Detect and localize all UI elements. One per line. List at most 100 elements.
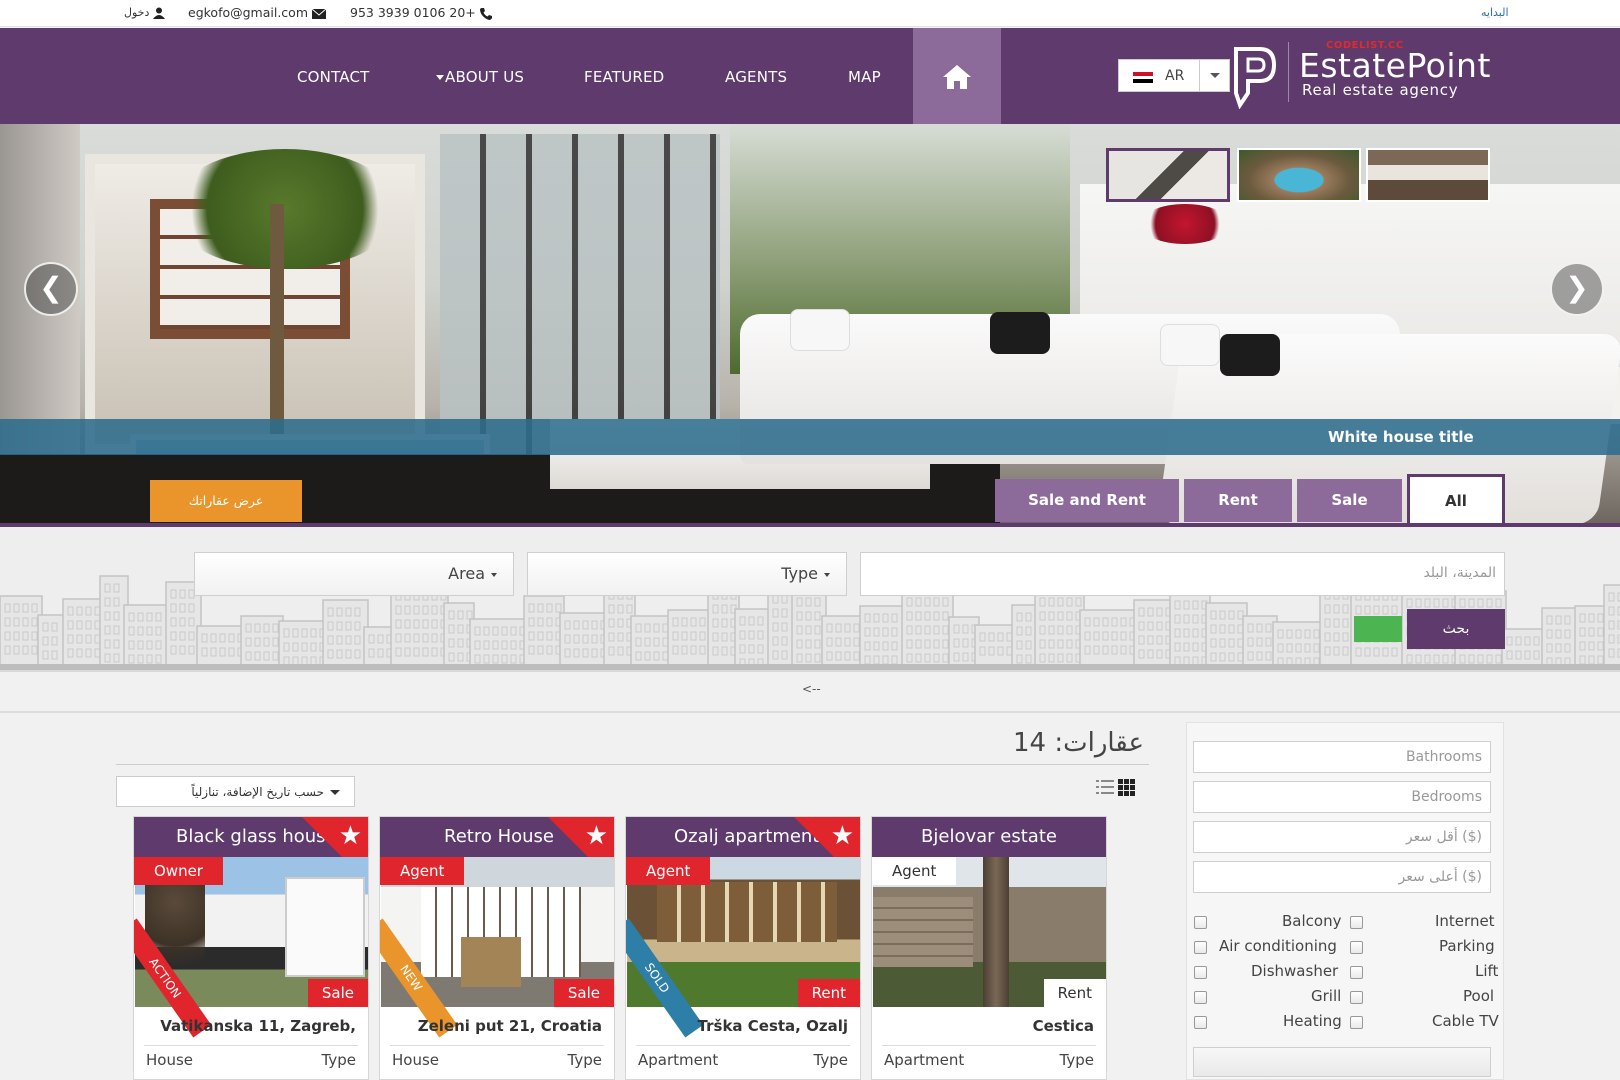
sort-dropdown-label: حسب تاريخ الإضافة، تنازلياً — [191, 785, 324, 799]
list-your-property-button[interactable]: عرض عقاراتك — [150, 480, 302, 522]
property-card[interactable]: Ozalj apartment ★ Agent Rent SOLD Trška … — [625, 816, 861, 1080]
divider — [116, 764, 1149, 765]
property-card[interactable]: Retro House ★ Agent Sale NEW Zeleni put … — [379, 816, 615, 1080]
nav-contact[interactable]: CONTACT — [297, 68, 370, 86]
caret-down-icon — [491, 572, 497, 577]
city-search-placeholder: المدينة، البلد — [1423, 565, 1496, 581]
home-link[interactable]: البدايه — [1481, 6, 1509, 19]
slider-thumbnail-1[interactable] — [1106, 148, 1230, 202]
type-dropdown[interactable]: Type — [527, 552, 847, 596]
feature-parking: Parking — [1439, 937, 1495, 955]
divider — [0, 711, 1620, 713]
logo-title[interactable]: EstatePoint — [1299, 46, 1491, 85]
email-text[interactable]: egkofo@gmail.com — [188, 5, 308, 20]
nav-home-button[interactable] — [913, 28, 1001, 124]
bedrooms-placeholder: Bedrooms — [1411, 789, 1482, 805]
tab-all[interactable]: All — [1407, 474, 1505, 526]
type-label: Type — [321, 1051, 356, 1069]
envelope-icon — [312, 8, 326, 19]
login-link[interactable]: دخول — [124, 6, 165, 19]
area-dropdown[interactable]: Area — [194, 552, 514, 596]
cable-tv-checkbox[interactable] — [1350, 1016, 1363, 1029]
feature-dishwasher: Dishwasher — [1251, 962, 1339, 980]
main-navigation: CONTACT ABOUT US FEATURED AGENTS MAP AR … — [0, 28, 1620, 124]
slide-caption[interactable]: White house title — [1328, 428, 1474, 446]
slider-thumbnail-3[interactable] — [1366, 148, 1490, 202]
divider — [0, 670, 1620, 672]
slider-thumbnail-2[interactable] — [1237, 148, 1361, 202]
star-icon: ★ — [338, 821, 362, 851]
property-type: House — [392, 1051, 440, 1069]
property-card[interactable]: Black glass house ★ Owner Sale ACTION Va… — [133, 816, 369, 1080]
lift-checkbox[interactable] — [1350, 966, 1363, 979]
chevron-right-icon: ❯ — [1565, 271, 1589, 304]
property-card[interactable]: Bjelovar estate Agent Rent Cestica Apart… — [871, 816, 1107, 1080]
nav-featured[interactable]: FEATURED — [584, 68, 664, 86]
city-search-input[interactable]: المدينة، البلد — [860, 552, 1505, 596]
tab-sale[interactable]: Sale — [1297, 479, 1402, 522]
email-contact[interactable]: egkofo@gmail.com — [188, 5, 326, 20]
language-selector[interactable]: AR — [1118, 59, 1230, 92]
slide-caption-bar: White house title — [0, 419, 1620, 455]
sort-dropdown[interactable]: حسب تاريخ الإضافة، تنازلياً — [116, 776, 355, 807]
phone-text[interactable]: 953 3939 0106 20+ — [350, 5, 476, 20]
feature-internet: Internet — [1435, 912, 1495, 930]
chevron-left-icon: ❮ — [39, 271, 63, 304]
caret-down-icon — [330, 790, 340, 795]
collapse-toggle[interactable]: <-- — [802, 682, 821, 696]
grid-view-icon[interactable] — [1118, 779, 1135, 796]
nav-about-us[interactable]: ABOUT US — [436, 68, 524, 86]
feature-balcony: Balcony — [1282, 912, 1342, 930]
tab-sale-and-rent[interactable]: Sale and Rent — [995, 479, 1179, 522]
green-indicator-button[interactable] — [1354, 616, 1402, 642]
slider-next-button[interactable]: ❯ — [1550, 262, 1604, 316]
bathrooms-input[interactable]: Bathrooms — [1193, 741, 1491, 773]
filter-sidebar: Bathrooms Bedrooms أقل سعر ($) أعلى سعر … — [1186, 722, 1504, 1080]
property-title[interactable]: Bjelovar estate — [872, 817, 1106, 857]
feature-cable-tv: Cable TV — [1432, 1012, 1499, 1030]
feature-grill: Grill — [1311, 987, 1342, 1005]
language-dropdown-toggle[interactable] — [1199, 60, 1229, 91]
deal-badge: Sale — [307, 979, 368, 1007]
type-dropdown-label: Type — [781, 564, 818, 583]
list-view-icon[interactable] — [1096, 779, 1114, 795]
filter-submit-button[interactable] — [1193, 1047, 1491, 1077]
internet-checkbox[interactable] — [1350, 916, 1363, 929]
min-price-input[interactable]: أقل سعر ($) — [1193, 821, 1491, 853]
phone-icon — [479, 7, 492, 20]
property-type: House — [146, 1051, 194, 1069]
properties-count: عقارات: 14 — [1013, 728, 1144, 758]
property-address: Vatikanska 11, Zagreb, — [160, 1017, 356, 1035]
feature-pool: Pool — [1463, 987, 1495, 1005]
dishwasher-checkbox[interactable] — [1194, 966, 1207, 979]
caret-down-icon — [436, 74, 444, 80]
balcony-checkbox[interactable] — [1194, 916, 1207, 929]
air-conditioning-checkbox[interactable] — [1194, 941, 1207, 954]
search-button[interactable]: بحث — [1407, 609, 1505, 649]
pool-checkbox[interactable] — [1350, 991, 1363, 1004]
slider-prev-button[interactable]: ❮ — [24, 262, 78, 316]
agent-badge: Agent — [626, 857, 711, 885]
phone-contact[interactable]: 953 3939 0106 20+ — [350, 5, 492, 20]
deal-badge: Sale — [553, 979, 614, 1007]
logo-divider — [1288, 42, 1289, 102]
nav-map[interactable]: MAP — [848, 68, 881, 86]
agent-badge: Agent — [872, 857, 957, 885]
owner-badge: Owner — [134, 857, 223, 885]
bedrooms-input[interactable]: Bedrooms — [1193, 781, 1491, 813]
tab-rent[interactable]: Rent — [1184, 479, 1292, 522]
nav-about-us-label[interactable]: ABOUT US — [445, 68, 524, 86]
nav-agents[interactable]: AGENTS — [725, 68, 787, 86]
property-type: Apartment — [884, 1051, 965, 1069]
home-icon — [943, 65, 971, 89]
login-label[interactable]: دخول — [124, 6, 149, 19]
min-price-placeholder: أقل سعر ($) — [1405, 829, 1482, 845]
property-address: Trška Cesta, Ozalj — [697, 1017, 848, 1035]
grill-checkbox[interactable] — [1194, 991, 1207, 1004]
heating-checkbox[interactable] — [1194, 1016, 1207, 1029]
star-icon: ★ — [584, 821, 608, 851]
property-address: Cestica — [1032, 1017, 1094, 1035]
bathrooms-placeholder: Bathrooms — [1405, 749, 1482, 765]
parking-checkbox[interactable] — [1350, 941, 1363, 954]
max-price-input[interactable]: أعلى سعر ($) — [1193, 861, 1491, 893]
